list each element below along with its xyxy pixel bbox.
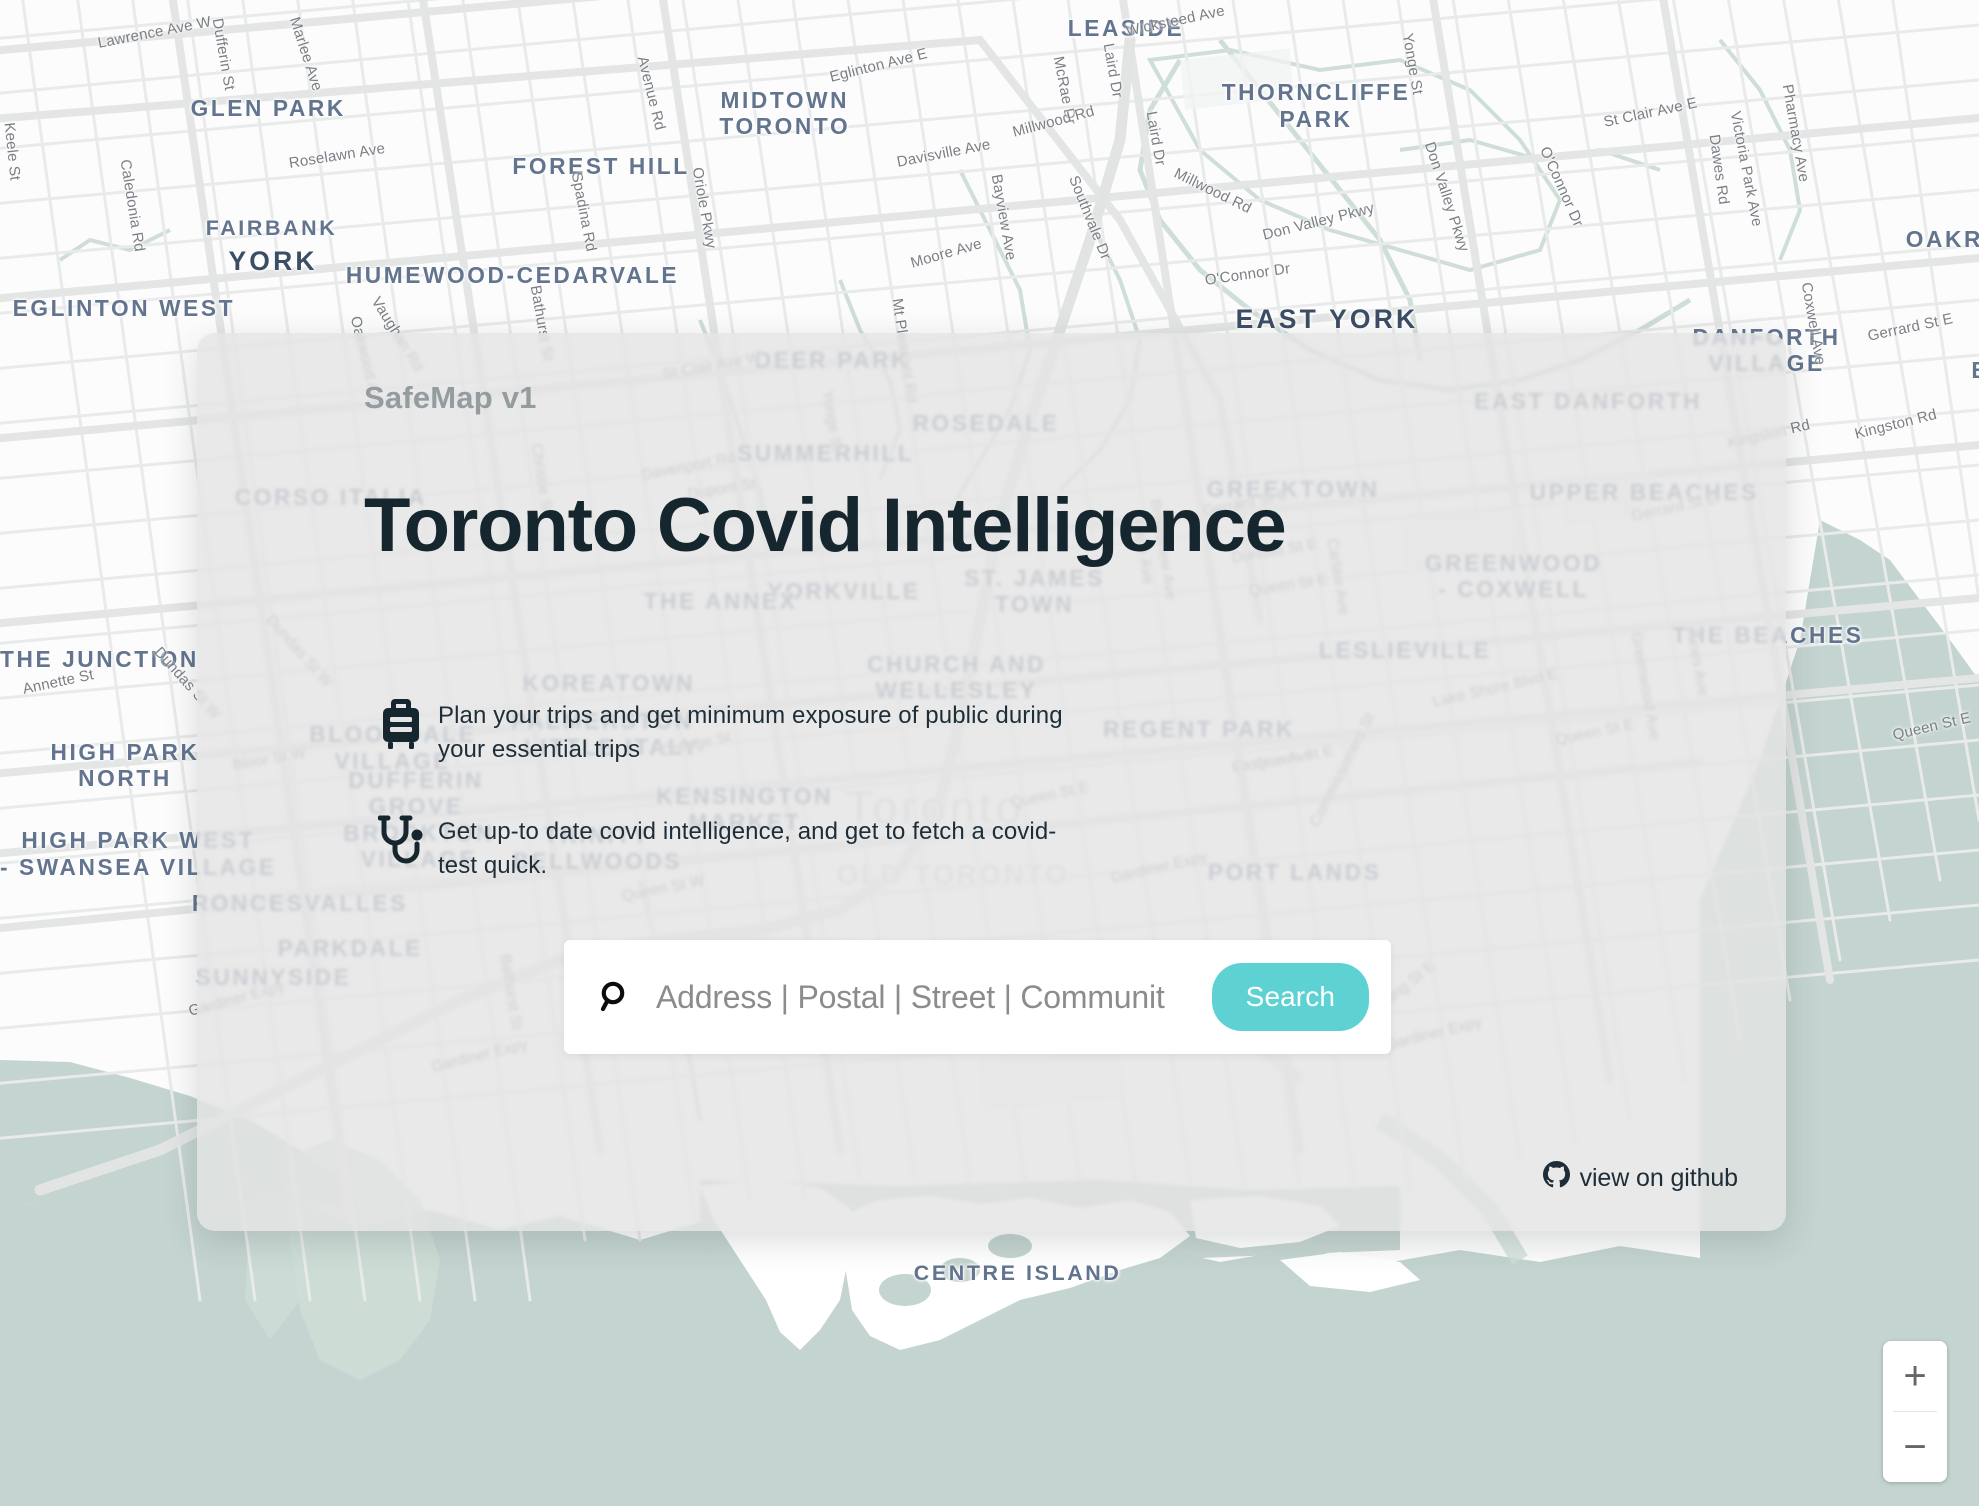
feature-item-text: Get up-to date covid intelligence, and g…: [438, 818, 1057, 880]
view-on-github-link[interactable]: view on github: [1542, 1161, 1739, 1195]
suitcase-icon: [364, 695, 438, 749]
feature-list: Plan your trips and get minimum exposure…: [364, 695, 1364, 927]
map-zoom-controls: + −: [1883, 1341, 1947, 1482]
zoom-in-button[interactable]: +: [1883, 1341, 1947, 1411]
page-title: Toronto Covid Intelligence: [364, 483, 1287, 568]
app-brand-title: SafeMap v1: [364, 380, 537, 415]
zoom-out-button[interactable]: −: [1883, 1412, 1947, 1482]
feature-item-trip-planning: Plan your trips and get minimum exposure…: [364, 695, 1364, 767]
stethoscope-icon: [364, 811, 438, 865]
safemap-app: LEASIDE GLEN PARK MIDTOWN TORONTO THORNCLIFF…: [0, 0, 1979, 1506]
hero-card: SafeMap v1 Toronto Covid Intelligence Pl…: [197, 333, 1786, 1231]
search-icon: [600, 981, 630, 1013]
search-bar: Search: [564, 940, 1391, 1054]
search-input[interactable]: [656, 978, 1212, 1016]
search-button[interactable]: Search: [1211, 963, 1369, 1031]
feature-item-text: Plan your trips and get minimum exposure…: [438, 702, 1063, 764]
feature-item-covid-intel: Get up-to date covid intelligence, and g…: [364, 811, 1364, 883]
github-icon: [1542, 1161, 1570, 1195]
github-link-label: view on github: [1579, 1163, 1739, 1192]
